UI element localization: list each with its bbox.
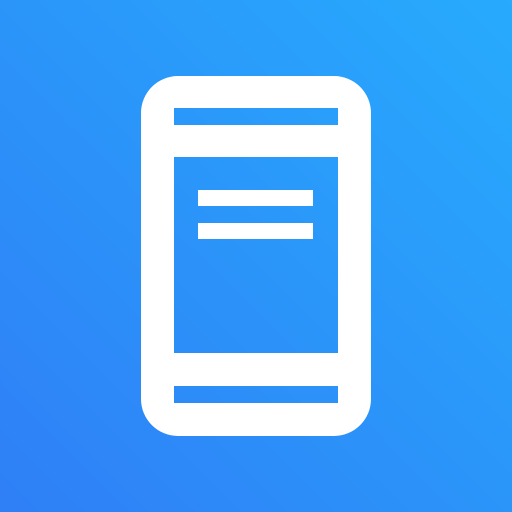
phone-document-icon xyxy=(0,0,512,512)
screen-text-line-2 xyxy=(198,223,313,239)
app-icon xyxy=(0,0,512,512)
screen-text-line-1 xyxy=(198,190,313,206)
